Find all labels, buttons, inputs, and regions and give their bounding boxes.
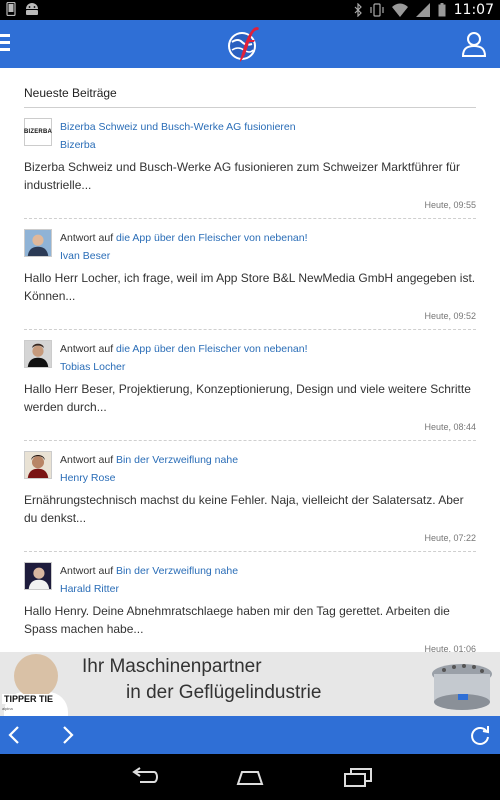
status-time: 11:07 (453, 2, 494, 18)
post-item[interactable]: Antwort auf die App über den Fleischer v… (24, 330, 476, 441)
system-back-icon[interactable] (128, 766, 160, 788)
post-item[interactable]: Antwort auf Bin der Verzweiflung nahe Ha… (24, 552, 476, 652)
android-icon (26, 3, 38, 15)
system-home-icon[interactable] (234, 766, 266, 788)
battery-icon (438, 3, 446, 17)
post-time: Heute, 01:06 (424, 644, 476, 652)
post-author-link[interactable]: Harald Ritter (60, 583, 119, 595)
signal-icon (415, 3, 430, 17)
post-topic-link[interactable]: Bin der Verzweiflung nahe (116, 454, 238, 466)
avatar-harald-ritter (24, 562, 52, 590)
vibrate-icon (370, 3, 384, 17)
refresh-icon[interactable] (468, 723, 492, 747)
system-recents-icon[interactable] (342, 766, 374, 788)
post-author-link[interactable]: Henry Rose (60, 472, 115, 484)
status-right-icons: 11:07 (354, 0, 494, 20)
post-topic-link[interactable]: Bizerba Schweiz und Busch-Werke AG fusio… (60, 121, 296, 133)
status-bar: 11:07 (0, 0, 500, 20)
section-title: Neueste Beiträge (24, 68, 476, 108)
ad-machine-image (432, 664, 492, 710)
ad-headline: Ihr Maschinenpartner (82, 656, 262, 677)
post-topic-link[interactable]: Bin der Verzweiflung nahe (116, 565, 238, 577)
post-excerpt: Ernährungstechnisch machst du keine Fehl… (24, 493, 464, 525)
bluetooth-icon (354, 3, 362, 17)
avatar-henry-rose (24, 451, 52, 479)
main-content: Neueste Beiträge BIZERBA Bizerba Schweiz… (0, 68, 500, 652)
post-author-link[interactable]: Ivan Beser (60, 250, 110, 262)
forward-arrow-icon[interactable] (58, 725, 76, 745)
ad-brand-tagline: alpina (2, 706, 13, 711)
ad-person-head (14, 654, 58, 698)
post-item[interactable]: Antwort auf die App über den Fleischer v… (24, 219, 476, 330)
bizerba-logo: BIZERBA (24, 118, 52, 146)
menu-icon[interactable] (0, 34, 12, 54)
post-excerpt: Hallo Herr Beser, Projektierung, Konzept… (24, 382, 471, 414)
ad-subheadline: in der Geflügelindustrie (126, 682, 322, 703)
post-excerpt: Bizerba Schweiz und Busch-Werke AG fusio… (24, 160, 460, 192)
phone-icon (6, 2, 16, 16)
system-nav-bar (0, 754, 500, 800)
post-topic-link[interactable]: die App über den Fleischer von nebenan! (116, 232, 307, 244)
app-header (0, 20, 500, 68)
post-excerpt: Hallo Herr Locher, ich frage, weil im Ap… (24, 271, 476, 303)
wifi-icon (391, 3, 408, 17)
post-time: Heute, 09:55 (424, 200, 476, 210)
post-time: Heute, 08:44 (424, 422, 476, 432)
reply-prefix: Antwort auf (60, 343, 114, 355)
post-time: Heute, 09:52 (424, 311, 476, 321)
post-item[interactable]: BIZERBA Bizerba Schweiz und Busch-Werke … (24, 108, 476, 219)
bottom-nav-bar (0, 716, 500, 754)
user-icon[interactable] (460, 30, 488, 58)
post-topic-link[interactable]: die App über den Fleischer von nebenan! (116, 343, 307, 355)
post-author-link[interactable]: Tobias Locher (60, 361, 125, 373)
reply-prefix: Antwort auf (60, 454, 114, 466)
status-left-icons (6, 2, 40, 16)
post-time: Heute, 07:22 (424, 533, 476, 543)
post-excerpt: Hallo Henry. Deine Abnehmratschlaege hab… (24, 604, 450, 636)
post-item[interactable]: Antwort auf Bin der Verzweiflung nahe He… (24, 441, 476, 552)
back-arrow-icon[interactable] (6, 725, 24, 745)
ad-brand-logo: TIPPER TIE (2, 694, 56, 704)
ad-banner[interactable]: TIPPER TIE alpina Ihr Maschinenpartner i… (0, 652, 500, 716)
app-logo-icon (228, 27, 259, 62)
reply-prefix: Antwort auf (60, 565, 114, 577)
avatar-ivan-beser (24, 229, 52, 257)
avatar-tobias-locher (24, 340, 52, 368)
post-author-link[interactable]: Bizerba (60, 139, 96, 151)
reply-prefix: Antwort auf (60, 232, 114, 244)
